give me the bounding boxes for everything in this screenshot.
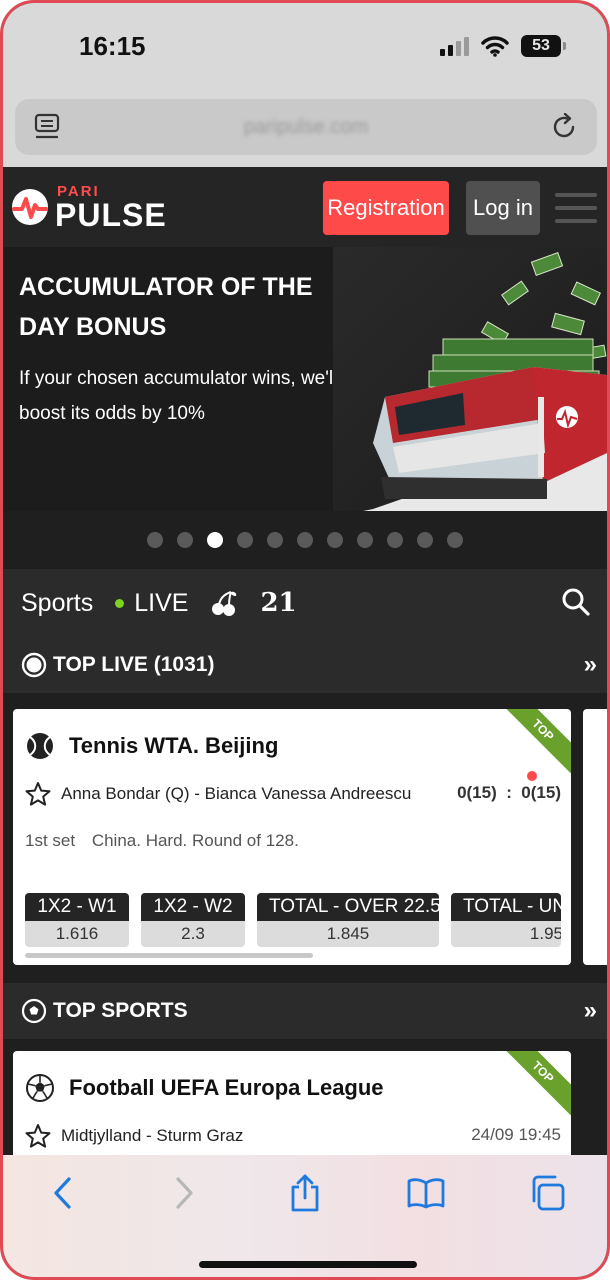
carousel-dot[interactable] — [267, 532, 283, 548]
live-circle-icon — [21, 652, 47, 678]
carousel-dot[interactable] — [207, 532, 223, 548]
double-chevron-right-icon[interactable]: » — [584, 651, 597, 679]
carousel-dots[interactable] — [3, 511, 607, 569]
menu-icon[interactable] — [555, 193, 597, 223]
url-text[interactable]: paripulse.com — [244, 116, 369, 139]
reader-icon[interactable] — [31, 111, 63, 143]
odd-value: 1.616 — [55, 924, 99, 943]
soccer-ball-icon — [25, 1073, 55, 1108]
bookmarks-icon[interactable] — [406, 1173, 446, 1213]
odd-button-w1[interactable]: 1X2 - W1 1.616 — [25, 893, 129, 947]
top-sports-carousel: TOP Football UEFA Europa League Midtjyll… — [3, 1039, 607, 1171]
star-icon[interactable] — [25, 1123, 51, 1149]
soccer-ball-icon — [21, 998, 47, 1024]
tennis-ball-icon — [25, 731, 55, 766]
tab-live-label: LIVE — [134, 588, 189, 617]
signal-icon — [440, 36, 469, 56]
cherries-icon — [212, 591, 237, 616]
status-time: 16:15 — [79, 31, 146, 61]
wifi-icon — [481, 36, 509, 57]
odd-label: TOTAL - UNDER 22.5 — [451, 893, 561, 921]
odd-value: 2.3 — [181, 924, 205, 943]
top-sports-title: TOP SPORTS — [53, 999, 188, 1022]
odds-scrollbar[interactable] — [25, 953, 313, 958]
carousel-dot[interactable] — [147, 532, 163, 548]
banner-title: ACCUMULATOR OF THE DAY BONUS — [19, 273, 313, 341]
top-ribbon: TOP — [499, 1051, 571, 1116]
tab-casino[interactable] — [210, 589, 238, 617]
odd-value: 1.95 — [529, 924, 561, 943]
logo-bottom-text: PULSE — [55, 196, 167, 233]
browser-chrome: 16:15 53 paripulse.com — [3, 3, 607, 167]
back-icon[interactable] — [43, 1173, 83, 1213]
serve-indicator — [527, 771, 537, 781]
live-event-card[interactable]: TOP Tennis WTA. Beijing Anna Bondar (Q) … — [13, 709, 571, 965]
login-button[interactable]: Log in — [466, 181, 540, 235]
forward-icon[interactable] — [164, 1173, 204, 1213]
odd-button-under[interactable]: TOTAL - UNDER 22.5 1.95 — [451, 893, 561, 947]
sports-event-card[interactable]: TOP Football UEFA Europa League Midtjyll… — [13, 1051, 571, 1171]
match-tournament-info: China. Hard. Round of 128. — [91, 831, 299, 850]
battery-icon: 53 — [521, 35, 566, 57]
tab-live[interactable]: LIVE — [115, 589, 188, 618]
event-league-title: Tennis WTA. Beijing — [69, 733, 279, 758]
site-header: PARI PULSE Registration Log in — [3, 167, 607, 247]
banner-text: If your chosen accumulator wins, we'll b… — [19, 368, 338, 424]
carousel-dot[interactable] — [177, 532, 193, 548]
odd-label: 1X2 - W2 — [141, 893, 245, 921]
status-icons: 53 — [440, 35, 566, 57]
logo[interactable]: PARI PULSE — [11, 184, 167, 231]
search-icon[interactable] — [561, 587, 591, 624]
match-teams[interactable]: Midtjylland - Sturm Graz — [61, 1126, 243, 1146]
registration-button[interactable]: Registration — [323, 181, 449, 235]
event-league-title: Football UEFA Europa League — [69, 1075, 384, 1100]
home-indicator[interactable] — [199, 1261, 417, 1268]
sports-nav: Sports LIVE 21 — [3, 569, 607, 637]
carousel-dot[interactable] — [387, 532, 403, 548]
promo-banner[interactable]: ACCUMULATOR OF THE DAY BONUS If your cho… — [3, 247, 607, 511]
carousel-dot[interactable] — [297, 532, 313, 548]
odd-value: 1.845 — [326, 924, 370, 943]
reload-icon[interactable] — [549, 111, 581, 143]
tabs-icon[interactable] — [527, 1173, 567, 1213]
carousel-dot[interactable] — [417, 532, 433, 548]
next-event-card[interactable] — [583, 709, 607, 965]
tab-21[interactable]: 21 — [260, 588, 296, 618]
carousel-dot[interactable] — [357, 532, 373, 548]
train-money-illustration — [333, 247, 607, 511]
logo-mark-icon — [12, 189, 48, 225]
carousel-dot[interactable] — [447, 532, 463, 548]
match-teams[interactable]: Anna Bondar (Q) - Bianca Vanessa Andrees… — [61, 784, 411, 804]
carousel-dot[interactable] — [237, 532, 253, 548]
top-live-title: TOP LIVE (1031) — [53, 653, 215, 676]
share-icon[interactable] — [285, 1173, 325, 1213]
top-live-carousel: TOP Tennis WTA. Beijing Anna Bondar (Q) … — [3, 693, 607, 983]
address-bar[interactable]: paripulse.com — [15, 99, 597, 155]
match-info: 1st set China. Hard. Round of 128. — [25, 831, 299, 851]
odd-button-w2[interactable]: 1X2 - W2 2.3 — [141, 893, 245, 947]
odd-label: 1X2 - W1 — [25, 893, 129, 921]
top-live-header[interactable]: TOP LIVE (1031) » — [3, 637, 607, 693]
odds-row: 1X2 - W1 1.616 1X2 - W2 2.3 TOTAL - OVER… — [25, 893, 561, 947]
tab-sports[interactable]: Sports — [21, 589, 93, 618]
match-set: 1st set — [25, 831, 76, 850]
live-dot-icon — [115, 598, 125, 608]
top-ribbon: TOP — [499, 709, 571, 774]
odd-label: TOTAL - OVER 22.5 — [257, 893, 439, 921]
double-chevron-right-icon[interactable]: » — [584, 997, 597, 1025]
odd-button-over[interactable]: TOTAL - OVER 22.5 1.845 — [257, 893, 439, 947]
carousel-dot[interactable] — [327, 532, 343, 548]
top-sports-header[interactable]: TOP SPORTS » — [3, 983, 607, 1039]
match-date: 24/09 19:45 — [471, 1125, 561, 1144]
star-icon[interactable] — [25, 781, 51, 807]
phone-frame: 16:15 53 paripulse.com PARI PULSE Regist… — [0, 0, 610, 1280]
match-score: 0(15) : 0(15) — [457, 783, 561, 802]
